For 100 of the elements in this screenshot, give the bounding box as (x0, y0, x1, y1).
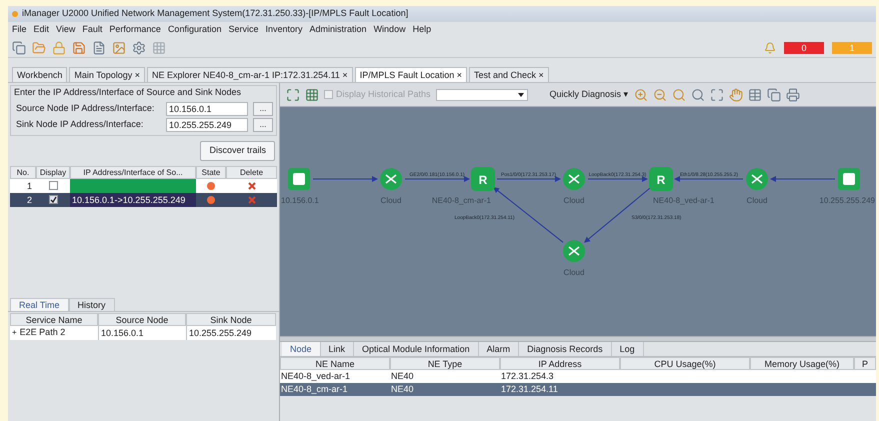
table-cell: NE40 (390, 370, 500, 383)
layout-icon[interactable] (286, 88, 300, 102)
column-header[interactable]: State (196, 166, 226, 178)
image-icon[interactable] (112, 40, 126, 54)
node-label: Cloud (380, 196, 402, 205)
expand-toggle[interactable]: + (12, 327, 17, 339)
checkmark-icon (50, 196, 56, 203)
caret-icon (518, 92, 524, 96)
column-header[interactable]: NE Type (390, 357, 500, 370)
menu-item[interactable]: Performance (109, 23, 161, 37)
app-icon (12, 11, 18, 17)
column-header[interactable]: CPU Usage(%) (620, 357, 750, 370)
link-arrow (312, 176, 378, 182)
detail-tab[interactable]: Node (282, 342, 321, 356)
hand-icon[interactable] (728, 88, 743, 102)
node-label: NE40-8_ved-ar-1 (653, 196, 714, 205)
column-header[interactable]: IP Address/Interface of So... (70, 166, 196, 178)
link-arrow (674, 176, 744, 182)
editor-tab[interactable]: IP/MPLS Fault Location × (354, 67, 467, 82)
menu-item[interactable]: Window (374, 23, 406, 37)
menu-item[interactable]: View (56, 23, 76, 37)
lock-icon[interactable] (52, 40, 66, 54)
bell-icon[interactable] (764, 42, 776, 54)
column-header[interactable]: IP Address (500, 357, 620, 370)
table-cell: 2 (10, 192, 36, 206)
column-header[interactable]: NE Name (280, 357, 390, 370)
menu-item[interactable]: File (12, 23, 27, 37)
alarm-counter[interactable]: 0 (784, 42, 824, 54)
field-label: Sink Node IP Address/Interface: (16, 118, 144, 131)
table-icon[interactable] (748, 88, 762, 102)
path-dropdown[interactable] (436, 88, 528, 100)
editor-tab[interactable]: Test and Check × (469, 67, 549, 82)
grid-icon[interactable] (152, 40, 166, 54)
history-checkbox[interactable] (324, 90, 333, 99)
zoom-in-icon[interactable] (634, 88, 648, 102)
grid-icon[interactable] (305, 88, 319, 102)
table-cell-text: E2E Path 2 (20, 326, 66, 340)
folder-icon[interactable] (32, 40, 46, 54)
detail-tab[interactable]: Log (612, 342, 644, 356)
copy-icon[interactable] (766, 88, 781, 102)
column-header[interactable]: Sink Node (186, 313, 276, 326)
editor-tab[interactable]: NE Explorer NE40-8_cm-ar-1 IP:172.31.254.11 × (147, 67, 353, 82)
node-label: Cloud (564, 268, 584, 277)
save-icon[interactable] (72, 40, 86, 54)
zoom-out-icon[interactable] (652, 88, 667, 102)
detail-tab[interactable]: Link (320, 342, 354, 356)
panel-tab[interactable]: History (68, 298, 115, 311)
menu-item[interactable]: Administration (310, 23, 367, 37)
table-cell: 1 (10, 178, 36, 192)
search-icon[interactable] (690, 88, 705, 102)
switch-cloud-icon[interactable] (563, 168, 585, 190)
menu-item[interactable]: Inventory (266, 23, 303, 37)
detail-tab[interactable]: Alarm (478, 342, 520, 356)
node-label: Cloud (746, 196, 768, 205)
column-header[interactable]: Source Node (98, 313, 186, 326)
column-header[interactable]: P (854, 357, 876, 370)
node-label: Cloud (564, 196, 584, 205)
fit-icon[interactable] (710, 88, 724, 102)
editor-tab[interactable]: Main Topology × (69, 67, 145, 82)
column-header[interactable]: Delete (226, 166, 277, 178)
editor-tab[interactable]: Workbench (12, 67, 68, 82)
column-header[interactable]: Display (36, 166, 70, 178)
document-icon[interactable] (92, 40, 106, 54)
node-label: 10.255.255.249 (819, 196, 875, 205)
quick-diagnosis-button[interactable]: Quickly Diagnosis ▾ (550, 88, 629, 102)
settings-icon[interactable] (132, 40, 146, 54)
ip-input-field[interactable]: 10.156.0.1 (166, 102, 248, 116)
menu-item[interactable]: Edit (34, 23, 50, 37)
delete-icon[interactable] (248, 196, 256, 204)
node-label: NE40-8_cm-ar-1 (432, 196, 491, 205)
menu-item[interactable]: Fault (82, 23, 102, 37)
browse-button[interactable]: ... (253, 102, 273, 116)
print-icon[interactable] (786, 88, 800, 102)
menu-item[interactable]: Help (412, 23, 432, 37)
group-title: Enter the IP Address/Interface of Source and Sink Nodes (14, 86, 242, 99)
table-cell: 10.255.255.249 (186, 326, 276, 340)
display-checkbox[interactable] (48, 181, 58, 190)
link-arrow (404, 176, 470, 182)
delete-icon[interactable] (248, 182, 256, 190)
window-title: iManager U2000 Unified Network Management System(172.31.250.33)-[IP/MPLS Fault Location] (22, 7, 408, 20)
host-node-icon[interactable] (838, 168, 860, 190)
column-header[interactable]: Memory Usage(%) (750, 357, 854, 370)
switch-cloud-icon[interactable] (746, 168, 768, 190)
copy-icon[interactable] (12, 40, 26, 54)
link-arrow (770, 176, 836, 182)
ip-input-field[interactable]: 10.255.255.249 (166, 118, 248, 132)
menu-item[interactable]: Configuration (168, 23, 222, 37)
field-label: Source Node IP Address/Interface: (16, 102, 156, 115)
display-checkbox[interactable] (48, 195, 58, 204)
search-icon[interactable] (672, 88, 686, 102)
column-header[interactable]: No. (10, 166, 36, 178)
panel-tab[interactable]: Real Time (10, 298, 69, 311)
menu-item[interactable]: Service (228, 23, 258, 37)
column-header[interactable]: Service Name (10, 313, 98, 326)
switch-cloud-icon[interactable] (563, 240, 585, 262)
table-cell: NE40-8_cm-ar-1 (280, 383, 390, 396)
browse-button[interactable]: ... (253, 118, 273, 132)
host-node-icon[interactable] (288, 168, 310, 190)
switch-cloud-icon[interactable] (380, 168, 402, 190)
discover-trails-button[interactable]: Discover trails (200, 140, 275, 160)
